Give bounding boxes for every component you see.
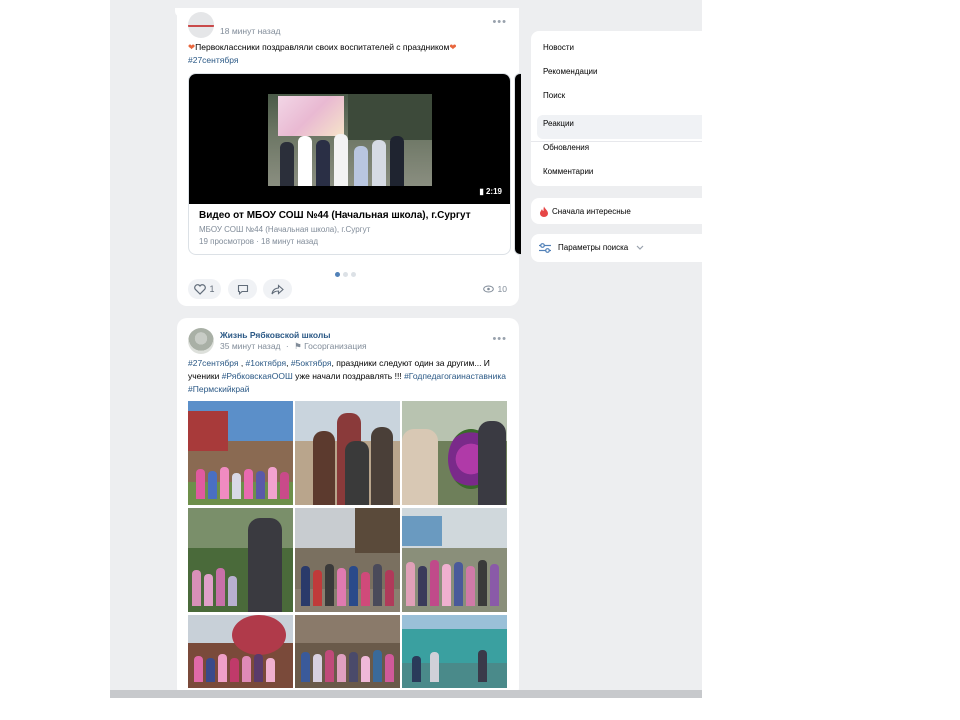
post-time[interactable]: 18 минут назад: [220, 26, 281, 36]
pager-dot[interactable]: [343, 272, 348, 277]
photo[interactable]: [295, 508, 400, 612]
video-duration: ▮ 2:19: [479, 187, 502, 196]
photo[interactable]: [402, 508, 507, 612]
hashtag-link[interactable]: #Годпедагогаинаставника: [404, 371, 506, 381]
next-attachment-preview[interactable]: [514, 73, 521, 255]
hashtag-link[interactable]: #5октября: [291, 358, 332, 368]
menu-item-search[interactable]: Поиск: [543, 91, 565, 100]
like-count: 1: [209, 284, 215, 294]
sliders-icon: [539, 243, 551, 253]
chevron-down-icon: [636, 245, 644, 250]
fire-icon: [540, 206, 548, 217]
menu-divider: [531, 141, 702, 142]
photo[interactable]: [188, 508, 293, 612]
heart-emoji-icon: ❤: [449, 42, 457, 52]
hashtag-link[interactable]: #1октября: [246, 358, 287, 368]
post-time[interactable]: 35 минут назад: [220, 341, 281, 351]
hashtag-link[interactable]: #27сентября: [188, 55, 238, 65]
flag-icon: ⚑: [294, 341, 302, 351]
comment-button[interactable]: [228, 279, 257, 299]
menu-item-comments[interactable]: Комментарии: [543, 167, 593, 176]
photo[interactable]: [402, 615, 507, 688]
photo[interactable]: [188, 615, 293, 688]
photo-grid: [188, 401, 509, 688]
eye-icon: [482, 285, 494, 293]
post-text: ❤Первоклассники поздравляли своих воспит…: [188, 42, 457, 65]
more-options-icon[interactable]: •••: [492, 16, 507, 28]
carousel-pager: [335, 264, 359, 282]
share-icon: [271, 283, 284, 295]
video-title[interactable]: Видео от МБОУ СОШ №44 (Начальная школа),…: [199, 210, 471, 221]
like-button[interactable]: 1: [188, 279, 221, 299]
hashtag-link[interactable]: #27сентября: [188, 358, 238, 368]
avatar[interactable]: [188, 12, 214, 38]
video-stats: 19 просмотров · 18 минут назад: [199, 237, 319, 246]
sort-label: Сначала интересные: [552, 207, 631, 216]
hashtag-link[interactable]: #Пермскийкрай: [188, 384, 250, 394]
view-counter: 10: [482, 284, 507, 294]
post-card: 18 минут назад ••• ❤Первоклассники поздр…: [177, 8, 521, 306]
more-options-icon[interactable]: •••: [492, 333, 507, 345]
horizontal-scrollbar[interactable]: [110, 690, 702, 698]
search-params-toggle[interactable]: Параметры поиска: [531, 234, 702, 262]
post-text: #27сентября , #1октября, #5октября, праз…: [188, 358, 506, 394]
feed-menu: Новости Рекомендации Поиск Реакции Обнов…: [531, 31, 702, 186]
video-attachment[interactable]: ▮ 2:19 Видео от МБОУ СОШ №44 (Начальная …: [188, 73, 511, 255]
photo[interactable]: [188, 401, 293, 505]
photo[interactable]: [295, 615, 400, 688]
org-badge: Госорганизация: [304, 341, 367, 351]
search-params-label: Параметры поиска: [558, 243, 629, 252]
menu-item-updates[interactable]: Обновления: [543, 143, 589, 152]
hashtag-link[interactable]: #РябковскаяООШ: [222, 371, 293, 381]
sort-selector[interactable]: Сначала интересные: [531, 198, 702, 224]
post-author[interactable]: Жизнь Рябковской школы: [220, 330, 330, 340]
menu-item-news[interactable]: Новости: [543, 43, 574, 52]
video-thumbnail[interactable]: ▮ 2:19: [189, 74, 510, 204]
video-channel[interactable]: МБОУ СОШ №44 (Начальная школа), г.Сургут: [199, 225, 370, 234]
menu-item-recommendations[interactable]: Рекомендации: [543, 67, 597, 76]
photo[interactable]: [295, 401, 400, 505]
post-meta: 35 минут назад · ⚑ Госорганизация: [220, 341, 367, 351]
pager-dot[interactable]: [335, 272, 340, 277]
heart-icon: [194, 283, 207, 295]
post-card: Жизнь Рябковской школы 35 минут назад · …: [177, 318, 519, 698]
pager-dot[interactable]: [351, 272, 356, 277]
share-button[interactable]: [263, 279, 292, 299]
menu-item-reactions[interactable]: Реакции: [543, 119, 574, 128]
photo[interactable]: [402, 401, 507, 505]
stats-icon: ▮: [479, 187, 484, 196]
avatar[interactable]: [188, 328, 214, 354]
comment-icon: [237, 284, 248, 295]
video-frame: [268, 94, 432, 186]
